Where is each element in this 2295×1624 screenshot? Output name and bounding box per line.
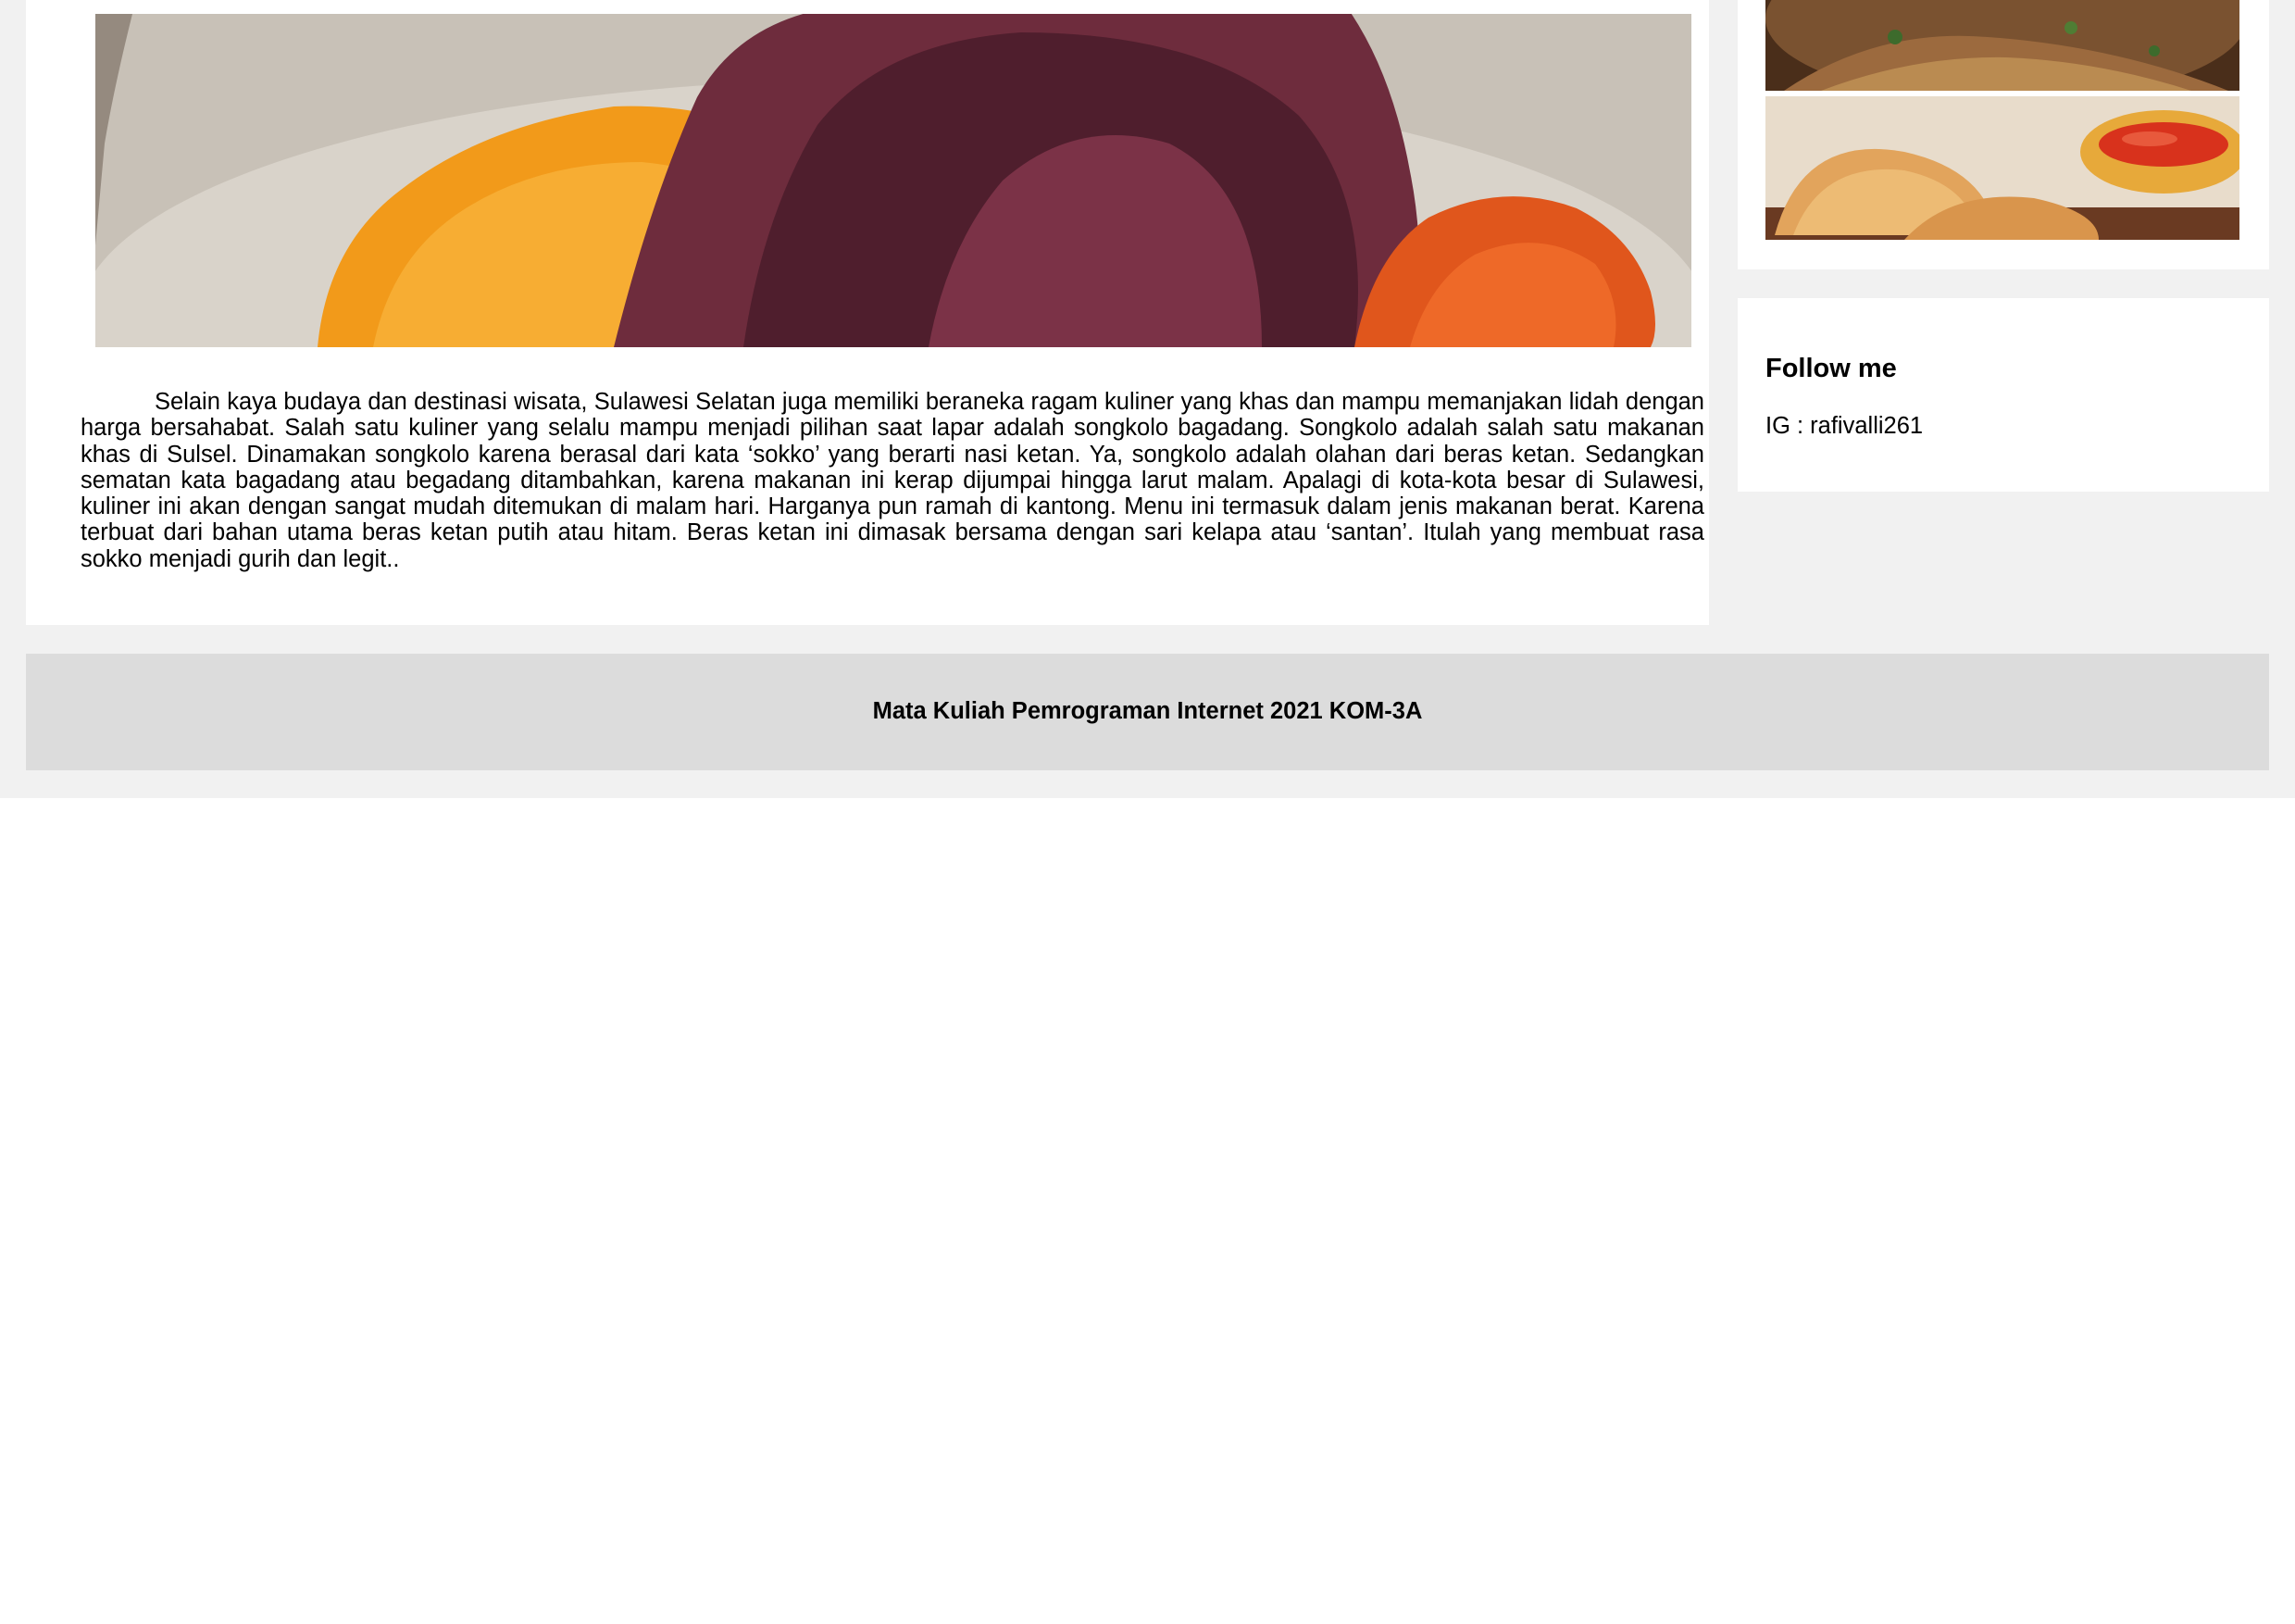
noodle-photo-illustration [1765,0,2239,91]
instagram-handle: IG : rafivalli261 [1765,413,1924,439]
pastel-photo-illustration [1765,96,2239,240]
pastel-dumpling-thumbnail[interactable] [1765,96,2239,240]
sidebar-gallery-card [1738,0,2269,269]
songkolo-photo-illustration [95,14,1691,347]
article-paragraph: Selain kaya budaya dan destinasi wisata,… [81,389,1704,572]
article-card: Selain kaya budaya dan destinasi wisata,… [26,0,1709,625]
footer: Mata Kuliah Pemrograman Internet 2021 KO… [26,654,2269,770]
noodle-dish-thumbnail[interactable] [1765,0,2239,91]
follow-card: Follow me IG : rafivalli261 [1738,298,2269,492]
hero-image [95,14,1691,347]
follow-title: Follow me [1765,354,1897,383]
footer-text: Mata Kuliah Pemrograman Internet 2021 KO… [872,698,1423,724]
